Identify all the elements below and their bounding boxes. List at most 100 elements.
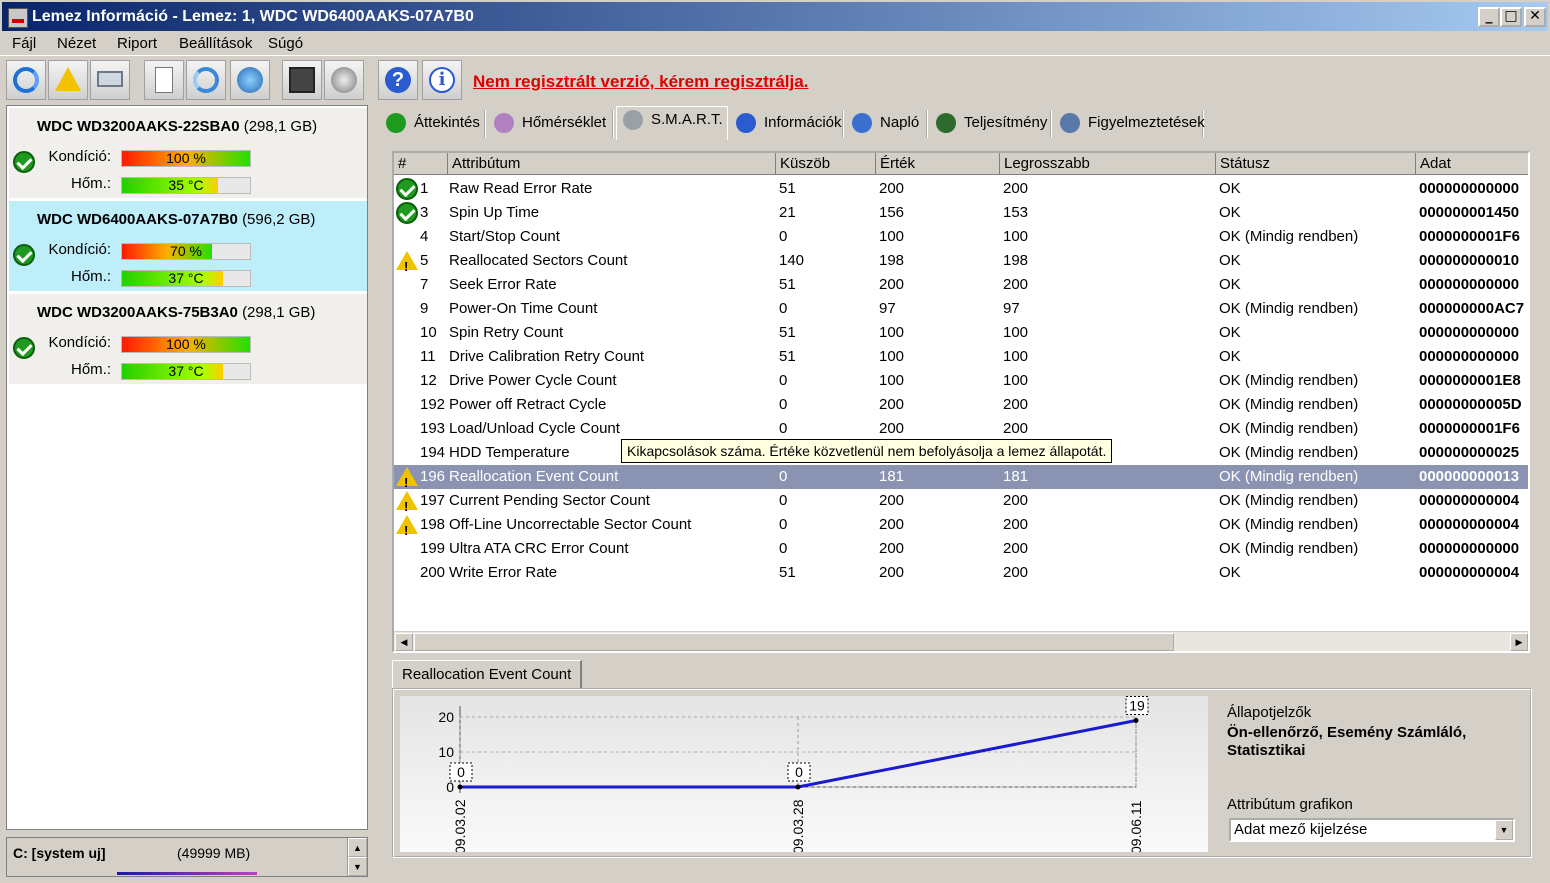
tab-log[interactable]: Napló xyxy=(846,110,928,138)
table-row[interactable]: 9 Power-On Time Count 0 97 97 OK (Mindig rend… xyxy=(394,297,1528,321)
tab-check[interactable]: Áttekintés xyxy=(380,110,486,138)
col-id-header[interactable]: # xyxy=(394,153,448,175)
chart-tab[interactable]: Reallocation Event Count xyxy=(392,660,583,690)
col-threshold-cell: 0 xyxy=(779,420,788,437)
network-icon xyxy=(237,67,263,93)
help-button[interactable]: ? xyxy=(378,60,418,100)
warnings-button[interactable] xyxy=(48,60,88,100)
partition-scrollbar[interactable]: ▲ ▼ xyxy=(347,838,367,876)
condition-bar: 100 % xyxy=(121,150,251,167)
menu-settings[interactable]: Beállítások xyxy=(179,35,252,52)
table-row[interactable]: 10 Spin Retry Count 51 100 100 OK 000000000000 xyxy=(394,321,1528,345)
tab-alerts[interactable]: Figyelmeztetések xyxy=(1054,110,1205,138)
tab-smart-disk[interactable]: S.M.A.R.T. xyxy=(616,106,728,140)
temperature-value: 37 °C xyxy=(168,363,204,379)
table-header: # Attribútum Küszöb Érték Legrosszabb Státusz… xyxy=(394,153,1528,175)
table-row[interactable]: 193 Load/Unload Cycle Count 0 200 200 OK (Min… xyxy=(394,417,1528,441)
condition-value: 100 % xyxy=(166,336,206,352)
col-value-cell: 100 xyxy=(879,324,905,341)
report-button[interactable] xyxy=(144,60,184,100)
table-row[interactable]: 11 Drive Calibration Retry Count 51 100 100 O… xyxy=(394,345,1528,369)
scroll-up-icon[interactable]: ▲ xyxy=(348,838,367,857)
menu-report[interactable]: Riport xyxy=(117,35,157,52)
warning-status-icon xyxy=(396,467,418,495)
document-icon xyxy=(155,67,173,93)
table-row[interactable]: 199 Ultra ATA CRC Error Count 0 200 200 OK (M… xyxy=(394,537,1528,561)
col-threshold-cell: 0 xyxy=(779,228,788,245)
col-threshold-cell: 51 xyxy=(779,180,796,197)
col-value-cell: 200 xyxy=(879,564,905,581)
chart-panel: 20 10 0 09.03.02 09.03.28 09.06.11 0 0 19 Állapo… xyxy=(392,688,1532,858)
scroll-down-icon[interactable]: ▼ xyxy=(348,857,367,876)
col-data-cell: 000000000000 xyxy=(1419,276,1520,293)
table-row[interactable]: 198Off-Line Uncorrectable Sector Count 0 2… xyxy=(394,513,1528,543)
col-attribute-cell: Power-On Time Count xyxy=(449,300,598,317)
col-value-header[interactable]: Érték xyxy=(876,153,1000,175)
tab-info[interactable]: Információk xyxy=(730,110,844,138)
col-threshold-cell: 0 xyxy=(779,516,788,533)
close-button[interactable]: ✕ xyxy=(1524,7,1546,27)
disk-card[interactable]: WDC WD6400AAKS-07A7B0 (596,2 GB) Kondíció… xyxy=(9,201,367,291)
table-row[interactable]: 12 Drive Power Cycle Count 0 100 100 OK (Mind… xyxy=(394,369,1528,393)
col-status-header[interactable]: Státusz xyxy=(1216,153,1416,175)
col-id-cell: 7 xyxy=(420,276,429,293)
col-worst-header[interactable]: Legrosszabb xyxy=(1000,153,1216,175)
maximize-button[interactable]: □ xyxy=(1500,7,1522,27)
scroll-right-icon[interactable]: ▶ xyxy=(1510,633,1528,651)
help-icon: ? xyxy=(385,67,411,93)
table-row[interactable]: 4 Start/Stop Count 0 100 100 OK (Mindig rendb… xyxy=(394,225,1528,249)
status-indicators-title: Állapotjelzők xyxy=(1227,704,1312,721)
condition-bar: 70 % xyxy=(121,243,251,260)
col-attribute-header[interactable]: Attribútum xyxy=(448,153,776,175)
col-data-cell: 000000000000 xyxy=(1419,348,1520,365)
log-icon xyxy=(852,113,872,133)
disk-card[interactable]: WDC WD3200AAKS-22SBA0 (298,1 GB) Kondíció… xyxy=(9,108,367,198)
menu-file[interactable]: Fájl xyxy=(12,35,36,52)
partition-label[interactable]: C: [system uj] xyxy=(13,845,106,861)
attribute-graph-select[interactable]: Adat mező kijelzése ▼ xyxy=(1229,818,1515,842)
info-icon: i xyxy=(429,67,455,93)
network-button[interactable] xyxy=(230,60,270,100)
screen-button[interactable] xyxy=(282,60,322,100)
col-threshold-header[interactable]: Küszöb xyxy=(776,153,876,175)
tab-label: Napló xyxy=(880,114,920,131)
col-attribute-cell: Write Error Rate xyxy=(449,564,558,581)
sound-button[interactable] xyxy=(324,60,364,100)
partition-list: C: [system uj] (49999 MB) ▲ ▼ xyxy=(6,837,368,877)
chevron-down-icon[interactable]: ▼ xyxy=(1495,820,1513,840)
table-row[interactable]: 3 Spin Up Time 21 156 153 OK 000000001450 xyxy=(394,201,1528,225)
col-data-cell: 000000000004 xyxy=(1419,564,1520,581)
table-row[interactable]: 200 Write Error Rate 51 200 200 OK 00000000000… xyxy=(394,561,1528,585)
refresh-button[interactable] xyxy=(6,60,46,100)
col-worst-cell: 100 xyxy=(1003,228,1029,245)
sync-button[interactable] xyxy=(186,60,226,100)
warning-status-icon xyxy=(396,251,418,279)
disk-button[interactable] xyxy=(90,60,130,100)
scroll-left-icon[interactable]: ◀ xyxy=(395,633,413,651)
tab-gauge[interactable]: Teljesítmény xyxy=(930,110,1052,138)
menu-help[interactable]: Súgó xyxy=(268,35,303,52)
col-data-header[interactable]: Adat xyxy=(1416,153,1528,175)
menu-view[interactable]: Nézet xyxy=(57,35,96,52)
table-row[interactable]: 7 Seek Error Rate 51 200 200 OK 000000000000 xyxy=(394,273,1528,297)
col-status-cell: OK xyxy=(1219,324,1241,341)
table-row[interactable]: 192 Power off Retract Cycle 0 200 200 OK (Min… xyxy=(394,393,1528,417)
col-id-cell: 5 xyxy=(420,252,429,269)
table-row[interactable]: 1 Raw Read Error Rate 51 200 200 OK 0000000000… xyxy=(394,177,1528,201)
table-row[interactable]: 5 Reallocated Sectors Count 140 198 198 OK 000… xyxy=(394,249,1528,279)
col-data-cell: 000000000010 xyxy=(1419,252,1520,269)
register-link[interactable]: Nem regisztrált verzió, kérem regisztrál… xyxy=(473,72,808,92)
info-button[interactable]: i xyxy=(422,60,462,100)
minimize-button[interactable]: _ xyxy=(1478,7,1500,27)
disk-card[interactable]: WDC WD3200AAKS-75B3A0 (298,1 GB) Kondíció… xyxy=(9,294,367,384)
col-status-cell: OK (Mindig rendben) xyxy=(1219,420,1359,437)
table-row[interactable]: 197Current Pending Sector Count 0 200 200 OK… xyxy=(394,489,1528,519)
col-attribute-cell: Spin Up Time xyxy=(449,204,540,221)
col-worst-cell: 97 xyxy=(1003,300,1020,317)
tab-thermometer[interactable]: Hőmérséklet xyxy=(488,110,614,138)
disk-model: WDC WD3200AAKS-22SBA0 xyxy=(37,118,240,135)
table-row[interactable]: 196Reallocation Event Count 0 181 181 OK (Mi… xyxy=(394,465,1528,495)
horizontal-scrollbar[interactable]: ◀ ▶ xyxy=(394,631,1528,651)
col-attribute-cell: Current Pending Sector Count xyxy=(449,492,650,509)
scroll-thumb[interactable] xyxy=(414,633,1174,651)
